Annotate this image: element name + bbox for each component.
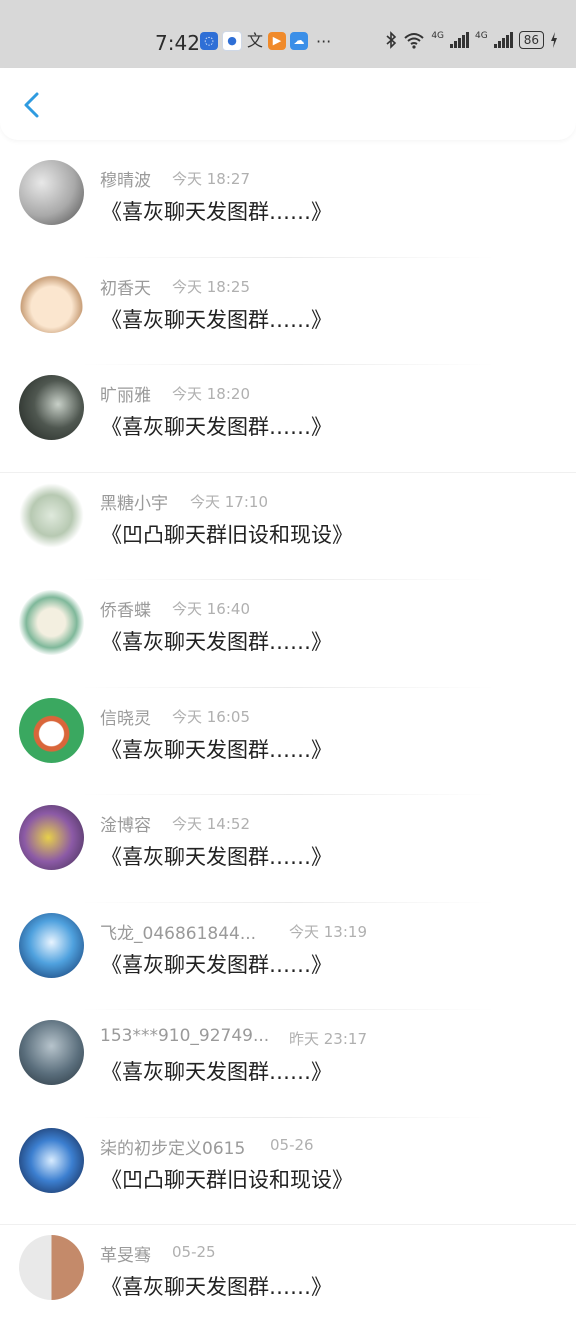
- sender-name: 淦博容: [100, 816, 151, 836]
- message-text: 《喜灰聊天发图群……》: [101, 737, 332, 762]
- list-item[interactable]: 侨香蝶 今天 16:40 《喜灰聊天发图群……》: [0, 580, 576, 688]
- chevron-left-icon[interactable]: [18, 90, 48, 120]
- sender-name: 信晓灵: [100, 708, 151, 729]
- list-item[interactable]: 淦博容 今天 14:52 《喜灰聊天发图群……》: [0, 795, 576, 903]
- list-item[interactable]: 飞龙_046861844... 今天 13:19 《喜灰聊天发图群……》: [0, 903, 576, 1010]
- message-time: 今天 14:52: [172, 815, 250, 833]
- charging-icon: [551, 32, 557, 48]
- sender-name: 黑糖小宇: [100, 493, 168, 514]
- sender-name: 柒的初步定义0615: [100, 1138, 246, 1159]
- list-item[interactable]: 革旻骞 05-25 《喜灰聊天发图群……》: [0, 1225, 576, 1333]
- network-4g-label-2: 4G: [475, 31, 488, 41]
- list-item[interactable]: 旷丽雅 今天 18:20 《喜灰聊天发图群……》: [0, 365, 576, 473]
- message-time: 今天 17:10: [190, 492, 268, 511]
- message-text: 《凹凸聊天群旧设和现设》: [101, 522, 353, 547]
- avatar[interactable]: [19, 1235, 84, 1300]
- sender-name: 153***910_92749...: [100, 1026, 270, 1046]
- list-item[interactable]: 柒的初步定义0615 05-26 《凹凸聊天群旧设和现设》: [0, 1118, 576, 1225]
- list-item[interactable]: 信晓灵 今天 16:05 《喜灰聊天发图群……》: [0, 688, 576, 795]
- battery-level: 86: [518, 31, 544, 49]
- sender-name: 侨香蝶: [100, 601, 151, 621]
- message-time: 今天 18:27: [172, 170, 250, 188]
- avatar[interactable]: [19, 375, 84, 440]
- bulb-app-icon: ◌: [200, 32, 218, 50]
- avatar[interactable]: [19, 267, 84, 333]
- message-time: 今天 18:25: [172, 277, 250, 296]
- top-nav-bar: [0, 68, 576, 140]
- message-text: 《喜灰聊天发图群……》: [101, 630, 332, 654]
- translate-app-icon: 文: [246, 31, 263, 50]
- sender-name: 飞龙_046861844...: [100, 923, 257, 944]
- notification-icons: ◌ ● 文 ▶ ☁ ···: [200, 31, 331, 51]
- more-notifications-icon: ···: [316, 31, 332, 51]
- avatar[interactable]: [19, 805, 84, 870]
- message-time: 昨天 23:17: [289, 1030, 367, 1048]
- globe-app-icon: ●: [222, 31, 242, 51]
- signal-icon-1: [450, 32, 470, 48]
- message-text: 《喜灰聊天发图群……》: [101, 845, 332, 869]
- avatar[interactable]: [19, 1020, 84, 1085]
- avatar[interactable]: [19, 912, 84, 978]
- cloud-app-icon: ☁: [290, 32, 308, 50]
- sender-name: 革旻骞: [100, 1246, 151, 1266]
- avatar[interactable]: [19, 590, 84, 655]
- sender-name: 穆晴波: [100, 171, 151, 191]
- avatar[interactable]: [19, 1127, 84, 1193]
- sender-name: 初香天: [100, 278, 151, 299]
- message-time: 05-25: [172, 1243, 216, 1261]
- bluetooth-icon: [386, 31, 397, 49]
- status-bar: 7:42 ◌ ● 文 ▶ ☁ ··· 4G 4G 86: [0, 0, 576, 68]
- status-time: 7:42: [155, 31, 200, 55]
- message-text: 《凹凸聊天群旧设和现设》: [101, 1167, 353, 1192]
- list-item[interactable]: 153***910_92749... 昨天 23:17 《喜灰聊天发图群……》: [0, 1010, 576, 1118]
- signal-icon-2: [493, 32, 513, 48]
- message-list: 穆晴波 今天 18:27 《喜灰聊天发图群……》 初香天 今天 18:25 《喜…: [0, 150, 576, 1333]
- message-text: 《喜灰聊天发图群……》: [101, 1060, 332, 1084]
- sender-name: 旷丽雅: [100, 386, 151, 406]
- message-text: 《喜灰聊天发图群……》: [101, 1275, 332, 1299]
- list-item[interactable]: 黑糖小宇 今天 17:10 《凹凸聊天群旧设和现设》: [0, 473, 576, 580]
- message-text: 《喜灰聊天发图群……》: [101, 415, 332, 439]
- avatar[interactable]: [19, 697, 84, 763]
- wifi-icon: [404, 33, 424, 49]
- message-time: 05-26: [270, 1135, 314, 1154]
- message-text: 《喜灰聊天发图群……》: [101, 307, 332, 332]
- message-time: 今天 13:19: [289, 922, 367, 941]
- message-time: 今天 18:20: [172, 385, 250, 403]
- message-time: 今天 16:40: [172, 600, 250, 618]
- play-app-icon: ▶: [268, 32, 286, 50]
- list-item[interactable]: 穆晴波 今天 18:27 《喜灰聊天发图群……》: [0, 150, 576, 258]
- message-text: 《喜灰聊天发图群……》: [101, 952, 332, 977]
- avatar[interactable]: [19, 160, 84, 225]
- avatar[interactable]: [19, 482, 84, 548]
- network-4g-label-1: 4G: [431, 31, 445, 41]
- system-icons: 4G 4G 86: [385, 31, 558, 49]
- message-time: 今天 16:05: [172, 707, 250, 726]
- message-text: 《喜灰聊天发图群……》: [101, 200, 332, 224]
- list-item[interactable]: 初香天 今天 18:25 《喜灰聊天发图群……》: [0, 258, 576, 365]
